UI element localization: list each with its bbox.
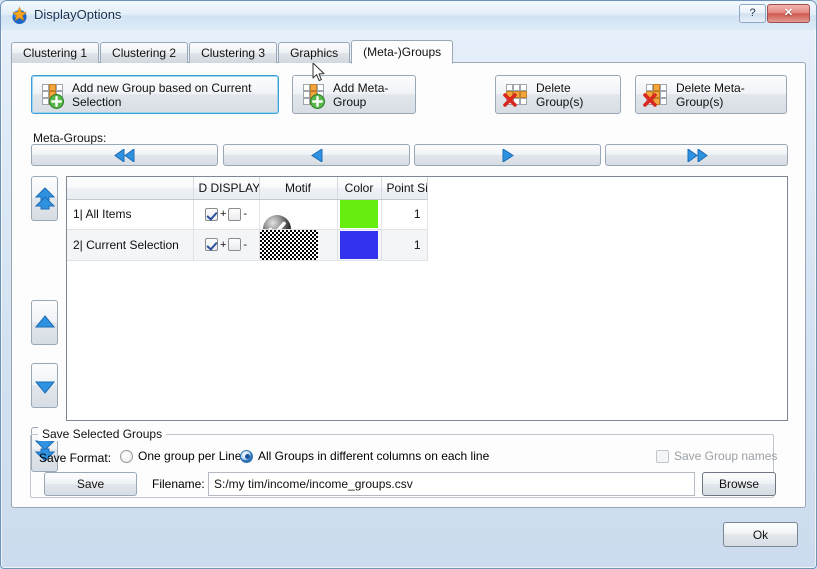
add-meta-group-label: Add Meta-Group: [333, 80, 389, 109]
display-minus-checkbox[interactable]: [228, 238, 242, 251]
window-controls: ? ✕: [739, 4, 810, 23]
delete-group-icon: [503, 83, 529, 107]
filename-label: Filename:: [152, 477, 205, 491]
ok-button[interactable]: Ok: [723, 522, 798, 547]
save-group-names-checkbox-row[interactable]: Save Group names: [656, 449, 777, 463]
tab-meta-groups[interactable]: (Meta-)Groups: [351, 40, 454, 64]
radio-label-one-per-line: One group per Line: [138, 449, 242, 463]
delete-meta-group-icon: [643, 83, 669, 107]
add-new-group-label: Add new Group based on Current Selection: [72, 80, 252, 109]
add-meta-group-button[interactable]: Add Meta-Group: [292, 75, 416, 114]
cell-point-size[interactable]: 1: [381, 229, 428, 261]
double-left-arrow-icon: [113, 148, 137, 162]
window-title: DisplayOptions: [34, 7, 122, 22]
move-down-button[interactable]: [31, 363, 58, 408]
save-format-label: Save Format:: [39, 451, 112, 465]
display-options-window: DisplayOptions ? ✕ Clustering 1 Clusteri…: [0, 0, 817, 569]
tab-clustering-3[interactable]: Clustering 3: [189, 42, 278, 63]
table-header-row: D DISPLAY Motif Color Point Size: [67, 177, 428, 200]
radio-label-all-columns: All Groups in different columns on each …: [258, 449, 490, 463]
meta-groups-panel: Add new Group based on Current Selection…: [11, 62, 806, 508]
column-header-color[interactable]: Color: [337, 177, 382, 200]
column-header-motif[interactable]: Motif: [259, 177, 338, 200]
color-swatch[interactable]: [340, 230, 378, 259]
display-plus-checkbox[interactable]: [204, 238, 218, 251]
column-header-point-size[interactable]: Point Size: [381, 177, 428, 200]
checkerboard-icon: [259, 229, 318, 259]
title-bar: DisplayOptions ? ✕: [1, 1, 816, 30]
tab-clustering-2[interactable]: Clustering 2: [100, 42, 189, 63]
display-plus-label: +: [219, 208, 227, 220]
delete-meta-groups-button[interactable]: Delete Meta-Group(s): [635, 75, 787, 114]
close-button[interactable]: ✕: [767, 4, 810, 23]
help-button[interactable]: ?: [739, 4, 766, 23]
cell-display[interactable]: + -: [193, 199, 260, 230]
column-header-display[interactable]: D DISPLAY: [193, 177, 260, 200]
double-right-arrow-icon: [685, 148, 709, 162]
display-minus-label: -: [243, 208, 248, 220]
star-sphere-icon: [10, 6, 29, 25]
groups-table[interactable]: D DISPLAY Motif Color Point Size 1| All …: [66, 176, 788, 421]
right-arrow-icon: [501, 148, 515, 162]
meta-groups-label: Meta-Groups:: [33, 131, 107, 145]
cell-motif[interactable]: [259, 199, 338, 230]
tab-clustering-1[interactable]: Clustering 1: [11, 42, 100, 63]
cell-color[interactable]: [337, 229, 382, 261]
meta-group-next-button[interactable]: [414, 144, 601, 166]
table-row[interactable]: 2| Current Selection + - 1: [67, 229, 428, 261]
display-plus-checkbox[interactable]: [204, 207, 218, 221]
tab-graphics[interactable]: Graphics: [278, 42, 351, 63]
add-group-icon: [41, 83, 65, 109]
delete-meta-groups-label: Delete Meta-Group(s): [676, 80, 745, 109]
cell-group-name[interactable]: 2| Current Selection: [67, 229, 194, 261]
display-plus-label: +: [219, 238, 227, 251]
cell-motif[interactable]: [259, 229, 338, 261]
cell-display[interactable]: + -: [193, 229, 260, 261]
move-up-button[interactable]: [31, 300, 58, 345]
left-arrow-icon: [310, 148, 324, 162]
display-minus-label: -: [243, 238, 248, 251]
color-swatch[interactable]: [340, 200, 378, 228]
cell-point-size[interactable]: 1: [381, 199, 428, 230]
table-row[interactable]: 1| All Items + - 1: [67, 199, 428, 230]
radio-button-one-per-line[interactable]: [120, 449, 133, 463]
tab-strip: Clustering 1 Clustering 2 Clustering 3 G…: [11, 39, 454, 64]
display-minus-checkbox[interactable]: [228, 207, 242, 221]
save-panel-title: Save Selected Groups: [38, 427, 167, 441]
groups-table-grid: D DISPLAY Motif Color Point Size 1| All …: [67, 177, 428, 261]
meta-group-last-button[interactable]: [605, 144, 788, 166]
add-meta-group-icon: [302, 83, 326, 109]
meta-group-first-button[interactable]: [31, 144, 218, 166]
save-group-names-label: Save Group names: [674, 449, 778, 463]
column-header-name[interactable]: [67, 177, 194, 200]
filename-input[interactable]: S:/my tim/income/income_groups.csv: [208, 472, 695, 496]
radio-all-groups-columns[interactable]: All Groups in different columns on each …: [240, 449, 489, 463]
save-button[interactable]: Save: [44, 472, 137, 496]
save-group-names-checkbox[interactable]: [656, 449, 669, 463]
browse-button[interactable]: Browse: [702, 472, 776, 496]
delete-groups-label: Delete Group(s): [536, 80, 584, 109]
delete-groups-button[interactable]: Delete Group(s): [495, 75, 621, 114]
cell-color[interactable]: [337, 199, 382, 230]
add-new-group-button[interactable]: Add new Group based on Current Selection: [31, 75, 279, 114]
meta-group-previous-button[interactable]: [223, 144, 410, 166]
radio-button-all-columns[interactable]: [240, 449, 253, 463]
cell-group-name[interactable]: 1| All Items: [67, 199, 194, 230]
move-to-top-button[interactable]: [31, 176, 58, 221]
radio-one-group-per-line[interactable]: One group per Line: [120, 449, 241, 463]
